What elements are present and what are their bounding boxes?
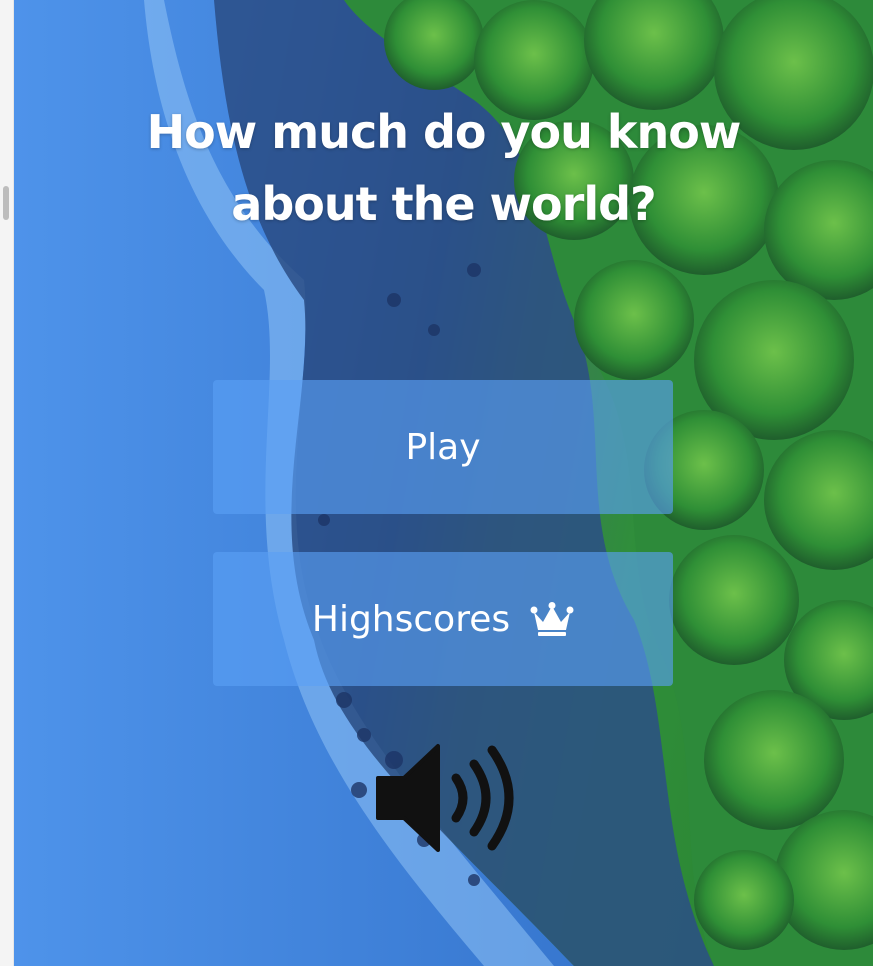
highscores-button-label: Highscores bbox=[311, 598, 511, 640]
scrollbar-thumb[interactable] bbox=[3, 186, 9, 220]
title-line-2: about the world? bbox=[231, 177, 656, 231]
play-button[interactable]: Play bbox=[213, 380, 673, 514]
title-line-1: How much do you know bbox=[146, 105, 742, 159]
scrollbar[interactable] bbox=[0, 0, 14, 966]
play-button-label: Play bbox=[405, 426, 481, 468]
highscores-button[interactable]: Highscores bbox=[213, 552, 673, 686]
crown-icon bbox=[530, 602, 574, 636]
sound-toggle-button[interactable] bbox=[374, 740, 520, 856]
speaker-volume-icon bbox=[374, 744, 520, 859]
page-title: How much do you know about the world? bbox=[14, 96, 873, 240]
background-image: How much do you know about the world? Pl… bbox=[14, 0, 873, 966]
